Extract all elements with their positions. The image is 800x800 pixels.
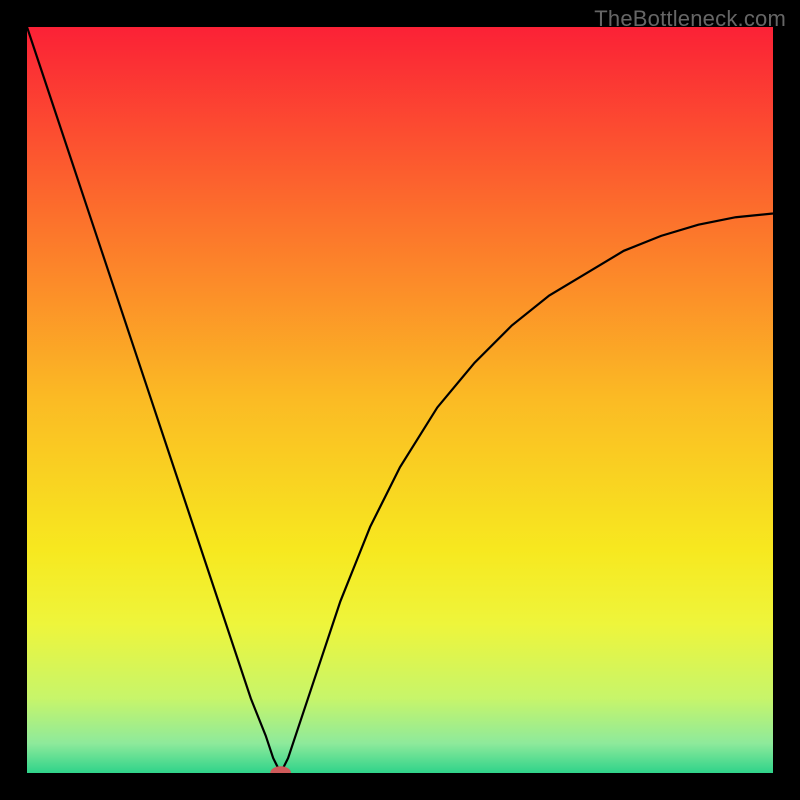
- bottleneck-curve: [27, 27, 773, 773]
- plot-area: [27, 27, 773, 773]
- minimum-marker: [270, 766, 291, 773]
- chart-frame: TheBottleneck.com: [0, 0, 800, 800]
- watermark-text: TheBottleneck.com: [594, 6, 786, 32]
